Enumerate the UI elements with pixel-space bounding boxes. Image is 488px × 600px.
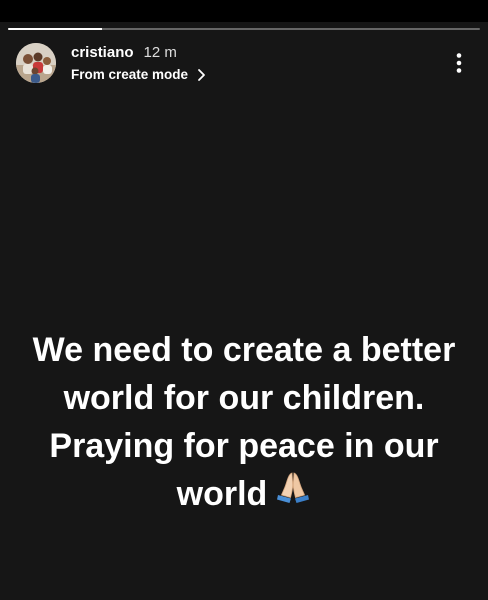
praying-hands-icon <box>275 469 311 517</box>
caption-line: world for our children. <box>63 379 425 417</box>
caption-line: We need to create a better <box>32 331 456 369</box>
avatar[interactable] <box>16 43 56 83</box>
story-caption: We need to create a better world for our… <box>0 326 488 520</box>
timestamp: 12 m <box>143 43 177 61</box>
story-progress-bar <box>8 28 480 30</box>
chevron-right-icon <box>196 68 206 82</box>
story-header: cristiano 12 m From create mode <box>16 42 472 84</box>
create-mode-label: From create mode <box>71 66 189 82</box>
story-meta: cristiano 12 m From create mode <box>71 43 206 84</box>
caption-line: Praying for peace in our <box>49 427 439 465</box>
avatar-photo-icon <box>16 43 56 83</box>
caption-line-text: world <box>176 475 268 513</box>
status-bar-area <box>0 0 488 22</box>
story-progress-fill <box>8 28 103 30</box>
caption-line-last: world <box>0 470 488 520</box>
create-mode-link[interactable]: From create mode <box>71 66 206 84</box>
username[interactable]: cristiano <box>71 43 134 63</box>
story-viewer[interactable]: cristiano 12 m From create mode We need … <box>0 0 488 600</box>
more-vertical-icon[interactable] <box>452 52 466 74</box>
